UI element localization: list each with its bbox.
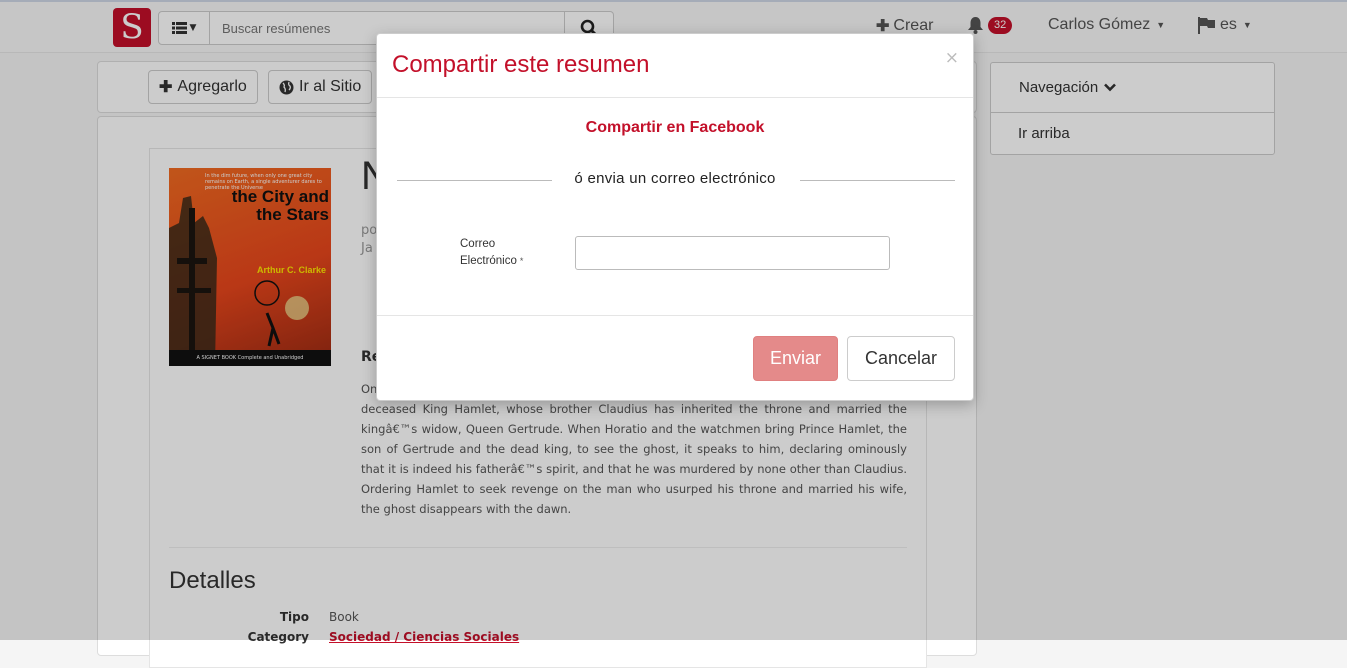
cancel-button[interactable]: Cancelar [847, 336, 955, 381]
email-label-text: Electrónico [460, 255, 517, 267]
close-icon[interactable]: × [945, 48, 959, 68]
required-mark: * [519, 256, 524, 266]
modal-footer-divider [377, 315, 973, 316]
email-label: Correo Electrónico * [460, 236, 550, 270]
email-field[interactable] [575, 236, 890, 270]
or-email-text: ó envia un correo electrónico [574, 170, 776, 187]
modal-title: Compartir este resumen [392, 51, 650, 78]
email-label-line: Correo [460, 238, 496, 250]
share-modal: Compartir este resumen × Compartir en Fa… [376, 33, 974, 401]
email-label-line: Electrónico * [460, 253, 550, 270]
share-facebook-link[interactable]: Compartir en Facebook [377, 119, 973, 137]
modal-header: Compartir este resumen × [377, 34, 973, 98]
send-button[interactable]: Enviar [753, 336, 838, 381]
